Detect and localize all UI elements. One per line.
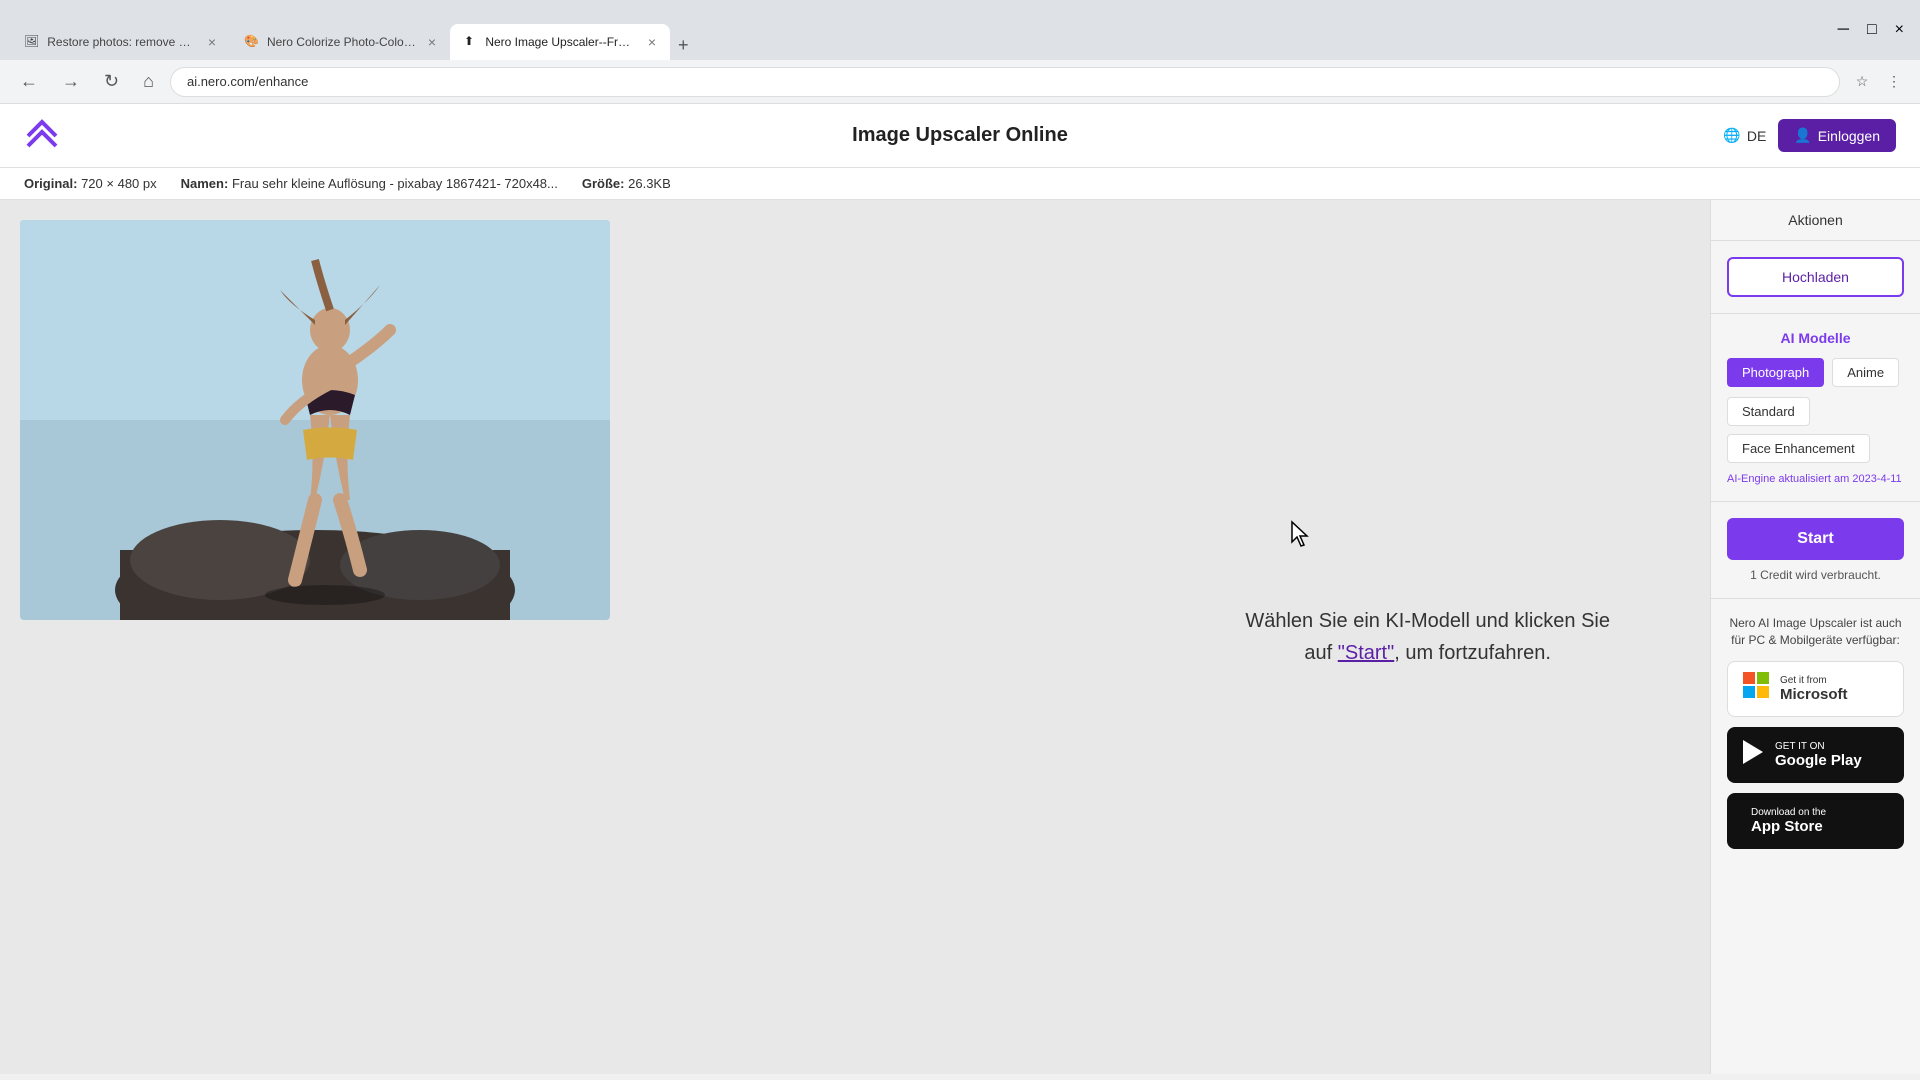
sidebar: Aktionen Hochladen AI Modelle Photograph…: [1710, 200, 1920, 1074]
address-bar[interactable]: [170, 67, 1840, 97]
credit-label: 1 Credit wird verbraucht.: [1750, 568, 1881, 582]
photo-svg: [20, 220, 610, 620]
new-tab-button[interactable]: +: [670, 31, 697, 60]
back-button[interactable]: ←: [12, 67, 46, 96]
size-label: Größe:: [582, 176, 625, 191]
instruction-prefix: auf: [1304, 642, 1337, 664]
microsoft-store-name: Microsoft: [1780, 686, 1848, 703]
reload-button[interactable]: ↻: [96, 67, 127, 96]
tab-2-favicon: 🎨: [244, 34, 259, 50]
microsoft-get-text: Get it from: [1780, 675, 1848, 686]
google-play-inner: GET IT ON Google Play: [1727, 730, 1904, 779]
instruction-link[interactable]: "Start": [1338, 642, 1394, 664]
tab-2[interactable]: 🎨 Nero Colorize Photo-Colorize Yo... ×: [230, 24, 450, 60]
person-icon: 👤: [1794, 127, 1811, 144]
browser-controls: ← → ↻ ⌂ ☆ ⋮: [0, 60, 1920, 104]
size-info: Größe: 26.3KB: [582, 176, 671, 191]
main-layout: Wählen Sie ein KI-Modell und klicken Sie…: [0, 200, 1920, 1074]
app-title: Image Upscaler Online: [852, 124, 1068, 147]
instruction-line-2: auf "Start", um fortzufahren.: [1304, 642, 1551, 664]
credit-text: 1 Credit wird verbraucht.: [1727, 568, 1904, 582]
maximize-button[interactable]: □: [1861, 19, 1883, 41]
settings-icon[interactable]: ⋮: [1880, 68, 1908, 96]
app-store-get-text: Download on the: [1751, 807, 1826, 818]
google-play-store-name: Google Play: [1775, 752, 1862, 769]
google-play-badge[interactable]: GET IT ON Google Play: [1727, 727, 1904, 783]
browser-tabs: 🖼 Restore photos: remove scrat... × 🎨 Ne…: [10, 0, 697, 60]
engine-text: AI-Engine aktualisiert am 2023-4-11: [1727, 473, 1904, 485]
globe-icon: 🌐: [1723, 127, 1740, 144]
app-store-inner: Download on the App Store: [1727, 799, 1904, 843]
start-button[interactable]: Start: [1727, 518, 1904, 560]
lang-label: DE: [1747, 128, 1766, 144]
login-label: Einloggen: [1818, 128, 1880, 144]
instruction-suffix: , um fortzufahren.: [1394, 642, 1551, 664]
tab-1-favicon: 🖼: [24, 34, 39, 50]
name-label: Namen:: [181, 176, 229, 191]
google-play-text-block: GET IT ON Google Play: [1775, 741, 1862, 769]
language-button[interactable]: 🌐 DE: [1723, 127, 1766, 144]
minimize-button[interactable]: ─: [1832, 19, 1855, 41]
model-face-enhancement-button[interactable]: Face Enhancement: [1727, 434, 1870, 463]
tab-1[interactable]: 🖼 Restore photos: remove scrat... ×: [10, 24, 230, 60]
name-info: Namen: Frau sehr kleine Auflösung - pixa…: [181, 176, 558, 191]
ai-models-section: AI Modelle Photograph Anime Standard Fac…: [1711, 314, 1920, 502]
close-window-button[interactable]: ×: [1889, 19, 1910, 41]
model-photograph-button[interactable]: Photograph: [1727, 358, 1824, 387]
forward-button[interactable]: →: [54, 67, 88, 96]
nero-logo-icon: [24, 118, 60, 154]
content-area: Wählen Sie ein KI-Modell und klicken Sie…: [0, 200, 1710, 1074]
login-button[interactable]: 👤 Einloggen: [1778, 119, 1896, 152]
model-buttons: Photograph Anime: [1727, 358, 1904, 387]
original-value: 720 × 480 px: [81, 176, 157, 191]
home-button[interactable]: ⌂: [135, 67, 162, 96]
browser-chrome: 🖼 Restore photos: remove scrat... × 🎨 Ne…: [0, 0, 1920, 60]
logo: [24, 118, 60, 154]
store-section-text: Nero AI Image Upscaler ist auch für PC &…: [1727, 615, 1904, 649]
upload-section: Hochladen: [1711, 241, 1920, 314]
upload-button[interactable]: Hochladen: [1727, 257, 1904, 297]
app-store-badge[interactable]: Download on the App Store: [1727, 793, 1904, 849]
microsoft-store-inner: Get it from Microsoft: [1728, 663, 1903, 714]
microsoft-icon: [1742, 671, 1770, 706]
uploaded-image: [20, 220, 610, 620]
tab-2-close[interactable]: ×: [428, 34, 436, 50]
store-section: Nero AI Image Upscaler ist auch für PC &…: [1711, 599, 1920, 875]
aktionen-label: Aktionen: [1788, 212, 1842, 228]
tab-1-close[interactable]: ×: [208, 34, 216, 50]
microsoft-store-badge[interactable]: Get it from Microsoft: [1727, 661, 1904, 717]
tab-1-label: Restore photos: remove scrat...: [47, 35, 196, 49]
size-value: 26.3KB: [628, 176, 671, 191]
start-section: Start 1 Credit wird verbraucht.: [1711, 502, 1920, 599]
bookmark-icon[interactable]: ☆: [1848, 68, 1876, 96]
model-standard-button[interactable]: Standard: [1727, 397, 1810, 426]
google-play-icon: [1741, 738, 1765, 771]
model-anime-button[interactable]: Anime: [1832, 358, 1899, 387]
instruction-text: Wählen Sie ein KI-Modell und klicken Sie…: [1245, 605, 1610, 669]
instruction-line-1: Wählen Sie ein KI-Modell und klicken Sie: [1245, 610, 1610, 632]
tab-3-favicon: ⬆: [464, 34, 477, 50]
sidebar-header: Aktionen: [1711, 200, 1920, 241]
app-store-text-block: Download on the App Store: [1751, 807, 1826, 835]
microsoft-store-text: Get it from Microsoft: [1780, 675, 1848, 703]
header-right: 🌐 DE 👤 Einloggen: [1723, 119, 1896, 152]
tab-3[interactable]: ⬆ Nero Image Upscaler--Free Pho... ×: [450, 24, 670, 60]
model-buttons-row2: Standard Face Enhancement: [1727, 397, 1904, 463]
toolbar-icons: ☆ ⋮: [1848, 68, 1908, 96]
tab-3-close[interactable]: ×: [648, 34, 656, 50]
tab-2-label: Nero Colorize Photo-Colorize Yo...: [267, 35, 416, 49]
app-store-name: App Store: [1751, 818, 1826, 835]
info-bar: Original: 720 × 480 px Namen: Frau sehr …: [0, 168, 1920, 200]
ai-models-title: AI Modelle: [1727, 330, 1904, 346]
tab-3-label: Nero Image Upscaler--Free Pho...: [485, 35, 635, 49]
google-play-get-text: GET IT ON: [1775, 741, 1862, 752]
name-value: Frau sehr kleine Auflösung - pixabay 186…: [232, 176, 558, 191]
original-info: Original: 720 × 480 px: [24, 176, 157, 191]
app-header: Image Upscaler Online 🌐 DE 👤 Einloggen: [0, 104, 1920, 168]
original-label: Original:: [24, 176, 77, 191]
